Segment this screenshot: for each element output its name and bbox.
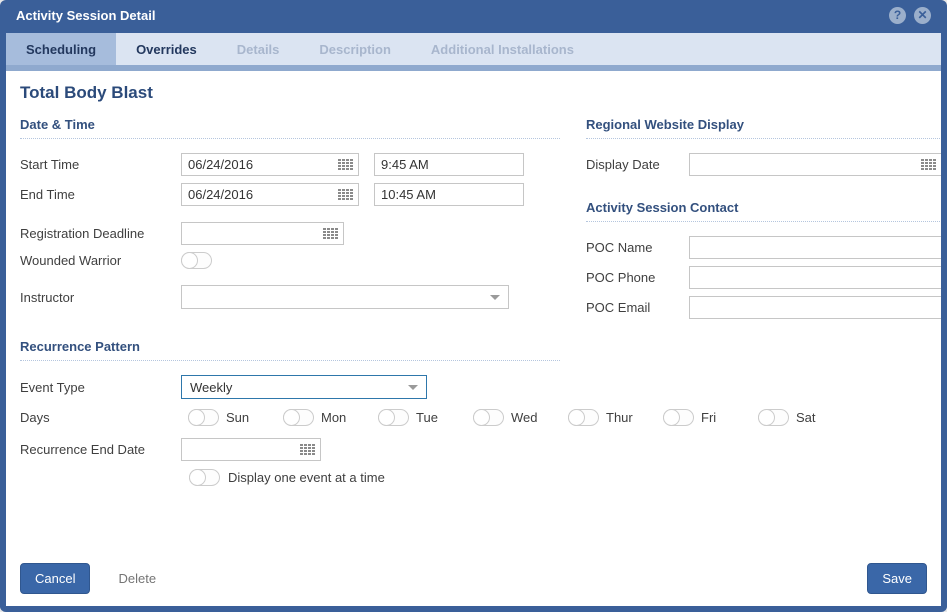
wounded-warrior-label: Wounded Warrior [20, 253, 181, 268]
section-regional: Regional Website Display [586, 117, 941, 139]
section-recurrence: Recurrence Pattern [20, 339, 560, 361]
poc-email-input[interactable] [689, 296, 941, 319]
section-date-time: Date & Time [20, 117, 560, 139]
dialog-title: Activity Session Detail [16, 8, 155, 23]
end-time-row: End Time [20, 183, 560, 206]
instructor-dropdown[interactable] [181, 285, 509, 309]
day-sun: Sun [181, 409, 276, 426]
start-date-input[interactable] [181, 153, 359, 176]
close-icon[interactable]: ✕ [914, 7, 931, 24]
cancel-button[interactable]: Cancel [20, 563, 90, 594]
form-columns: Date & Time Start Time End Time [20, 117, 927, 486]
end-date-wrap [181, 183, 359, 206]
day-wed: Wed [466, 409, 561, 426]
help-icon[interactable]: ? [889, 7, 906, 24]
poc-name-label: POC Name [586, 240, 689, 255]
calendar-icon[interactable] [300, 444, 315, 456]
day-thur-toggle[interactable] [568, 409, 599, 426]
day-wed-label: Wed [511, 410, 538, 425]
tab-details: Details [217, 33, 300, 65]
start-time-row: Start Time [20, 153, 560, 176]
day-sat-toggle[interactable] [758, 409, 789, 426]
dialog-body: Total Body Blast Date & Time Start Time … [6, 71, 941, 606]
end-time-label: End Time [20, 187, 181, 202]
tab-strip: Scheduling Overrides Details Description… [6, 33, 941, 65]
registration-deadline-label: Registration Deadline [20, 226, 181, 241]
start-time-input[interactable] [374, 153, 524, 176]
recurrence-end-date-label: Recurrence End Date [20, 442, 181, 457]
activity-session-detail-dialog: Activity Session Detail ? ✕ Scheduling O… [0, 0, 947, 612]
event-type-dropdown[interactable]: Weekly [181, 375, 427, 399]
display-date-wrap [689, 153, 941, 176]
day-tue-toggle[interactable] [378, 409, 409, 426]
registration-deadline-row: Registration Deadline [20, 222, 560, 245]
start-date-wrap [181, 153, 359, 176]
calendar-icon[interactable] [338, 159, 353, 171]
poc-email-row: POC Email [586, 296, 941, 319]
poc-name-row: POC Name [586, 236, 941, 259]
event-type-value: Weekly [190, 380, 232, 395]
day-sun-label: Sun [226, 410, 249, 425]
left-column: Date & Time Start Time End Time [20, 117, 560, 486]
save-button[interactable]: Save [867, 563, 927, 594]
poc-phone-label: POC Phone [586, 270, 689, 285]
day-mon-toggle[interactable] [283, 409, 314, 426]
day-fri-toggle[interactable] [663, 409, 694, 426]
poc-phone-row: POC Phone [586, 266, 941, 289]
event-type-label: Event Type [20, 380, 181, 395]
registration-deadline-input[interactable] [181, 222, 344, 245]
instructor-row: Instructor [20, 285, 560, 309]
poc-name-input[interactable] [689, 236, 941, 259]
display-date-label: Display Date [586, 157, 689, 172]
tab-scheduling[interactable]: Scheduling [6, 33, 116, 65]
day-mon-label: Mon [321, 410, 346, 425]
poc-email-label: POC Email [586, 300, 689, 315]
day-sun-toggle[interactable] [188, 409, 219, 426]
day-wed-toggle[interactable] [473, 409, 504, 426]
tab-additional-installations: Additional Installations [411, 33, 594, 65]
recurrence-end-date-wrap [181, 438, 321, 461]
section-contact: Activity Session Contact [586, 200, 941, 222]
dialog-footer: Cancel Delete Save [20, 563, 927, 606]
end-date-input[interactable] [181, 183, 359, 206]
registration-deadline-wrap [181, 222, 344, 245]
display-date-row: Display Date [586, 153, 941, 176]
calendar-icon[interactable] [338, 189, 353, 201]
right-column: Regional Website Display Display Date Ac… [560, 117, 941, 486]
calendar-icon[interactable] [323, 228, 338, 240]
display-one-event-label: Display one event at a time [228, 470, 385, 485]
display-date-input[interactable] [689, 153, 941, 176]
chevron-down-icon [408, 385, 418, 390]
days-label: Days [20, 410, 181, 425]
recurrence-end-date-row: Recurrence End Date [20, 438, 560, 461]
calendar-icon[interactable] [921, 159, 936, 171]
tab-description: Description [299, 33, 411, 65]
poc-phone-input[interactable] [689, 266, 941, 289]
start-time-label: Start Time [20, 157, 181, 172]
dialog-titlebar: Activity Session Detail ? ✕ [6, 0, 941, 33]
display-one-event-toggle[interactable] [189, 469, 220, 486]
day-tue-label: Tue [416, 410, 438, 425]
instructor-label: Instructor [20, 290, 181, 305]
delete-button[interactable]: Delete [118, 571, 156, 586]
event-type-row: Event Type Weekly [20, 375, 560, 399]
display-one-event-row: Display one event at a time [181, 469, 560, 486]
day-tue: Tue [371, 409, 466, 426]
day-mon: Mon [276, 409, 371, 426]
page-title: Total Body Blast [20, 83, 927, 103]
wounded-warrior-row: Wounded Warrior [20, 252, 560, 269]
wounded-warrior-toggle[interactable] [181, 252, 212, 269]
chevron-down-icon [490, 295, 500, 300]
end-time-input[interactable] [374, 183, 524, 206]
tab-overrides[interactable]: Overrides [116, 33, 217, 65]
